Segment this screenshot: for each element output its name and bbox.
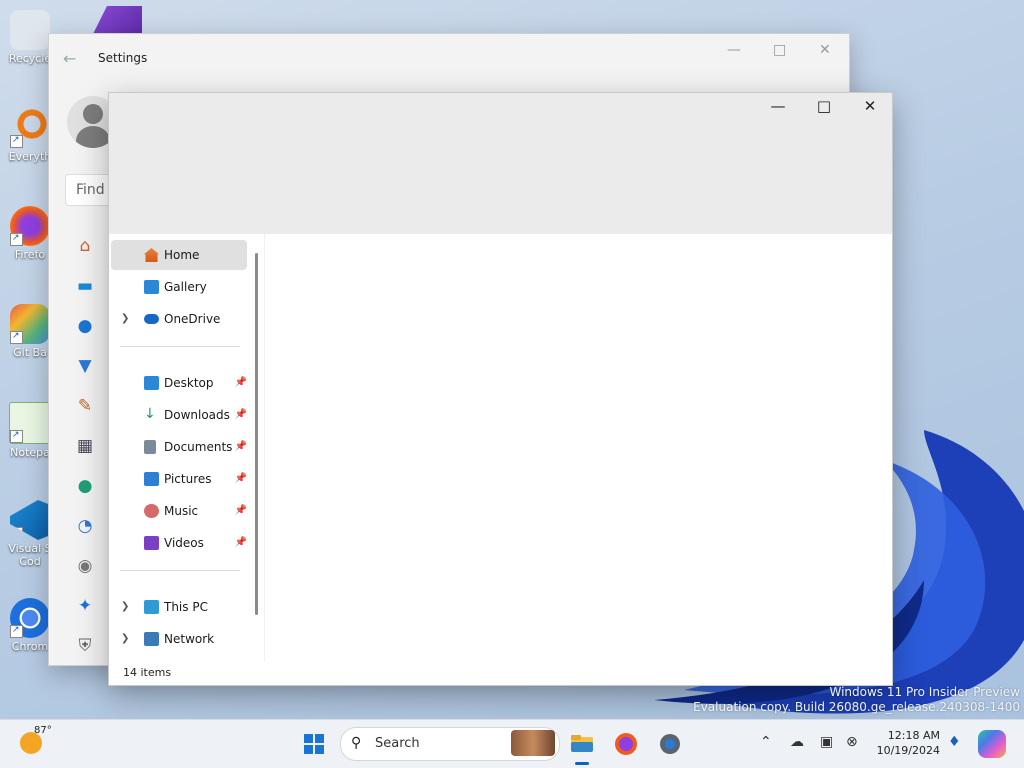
maximize-icon[interactable]: □ bbox=[773, 42, 786, 58]
system-icon[interactable]: ▬ bbox=[71, 272, 99, 312]
pin-icon[interactable]: 📌 bbox=[235, 464, 247, 494]
chevron-right-icon[interactable]: ❯ bbox=[121, 304, 129, 334]
search-icon: ⚲ bbox=[351, 735, 362, 751]
nav-item-gallery[interactable]: Gallery bbox=[111, 272, 247, 302]
accounts-icon[interactable]: ● bbox=[71, 472, 99, 512]
notepad-plus-icon bbox=[9, 402, 51, 444]
nav-item-pictures[interactable]: Pictures 📌 bbox=[111, 464, 247, 494]
personalization-icon[interactable]: ✎ bbox=[71, 392, 99, 432]
time-language-icon[interactable]: ◔ bbox=[71, 512, 99, 552]
start-button[interactable] bbox=[298, 728, 330, 760]
nav-item-this-pc[interactable]: ❯ This PC bbox=[111, 592, 247, 622]
firefox-taskbar-button[interactable] bbox=[610, 728, 642, 760]
firefox-icon bbox=[10, 206, 50, 246]
minimize-icon[interactable]: — bbox=[727, 42, 741, 58]
taskbar: 87° ⚲ Search ⌃ ☁ ▣ ⊗ 12:18 AM 10/19/2024… bbox=[0, 719, 1024, 768]
pin-icon[interactable]: 📌 bbox=[235, 368, 247, 398]
explorer-header-area[interactable]: — □ ✕ bbox=[109, 93, 892, 234]
gaming-icon[interactable]: ◉ bbox=[71, 552, 99, 592]
pin-icon[interactable]: 📌 bbox=[235, 400, 247, 430]
privacy-icon[interactable]: ⛨ bbox=[71, 632, 99, 672]
nav-item-network[interactable]: ❯ Network bbox=[111, 624, 247, 654]
chevron-up-icon[interactable]: ⌃ bbox=[760, 734, 772, 750]
system-clock[interactable]: 12:18 AM 10/19/2024 bbox=[877, 728, 940, 758]
chevron-right-icon[interactable]: ❯ bbox=[121, 592, 129, 622]
settings-taskbar-button[interactable] bbox=[654, 728, 686, 760]
gallery-icon bbox=[144, 280, 159, 294]
network-icon bbox=[144, 632, 159, 646]
windows-watermark: Windows 11 Pro Insider Preview Evaluatio… bbox=[693, 685, 1020, 714]
nav-divider bbox=[120, 570, 240, 571]
accessibility-icon[interactable]: ✦ bbox=[71, 592, 99, 632]
back-arrow-icon[interactable]: ← bbox=[63, 49, 76, 68]
nav-item-videos[interactable]: Videos 📌 bbox=[111, 528, 247, 558]
settings-nav-icons: ⌂ ▬ ● ▼ ✎ ▦ ● ◔ ◉ ✦ ⛨ bbox=[71, 232, 99, 672]
pictures-icon bbox=[144, 472, 159, 486]
copilot-icon[interactable] bbox=[978, 730, 1006, 758]
nav-scrollbar[interactable] bbox=[255, 253, 258, 615]
nav-item-downloads[interactable]: ↓ Downloads 📌 bbox=[111, 400, 247, 430]
download-arrow-icon: ↓ bbox=[144, 406, 156, 422]
home-icon[interactable]: ⌂ bbox=[71, 232, 99, 272]
active-app-indicator bbox=[575, 762, 589, 765]
nav-item-music[interactable]: Music 📌 bbox=[111, 496, 247, 526]
onedrive-offline-icon[interactable]: ☁ bbox=[790, 734, 804, 750]
home-icon bbox=[144, 248, 159, 262]
onedrive-cloud-icon bbox=[144, 314, 159, 324]
network-disconnected-icon[interactable]: ⊗ bbox=[846, 734, 858, 750]
chrome-icon bbox=[10, 598, 50, 638]
everything-search-icon bbox=[10, 108, 50, 148]
nav-item-documents[interactable]: Documents 📌 bbox=[111, 432, 247, 462]
nav-item-onedrive[interactable]: ❯ OneDrive bbox=[111, 304, 247, 334]
search-highlight-image bbox=[511, 730, 555, 756]
settings-title: Settings bbox=[98, 51, 148, 65]
maximize-icon[interactable]: □ bbox=[801, 97, 847, 119]
bluetooth-icon[interactable]: ● bbox=[71, 312, 99, 352]
pin-icon[interactable]: 📌 bbox=[235, 528, 247, 558]
videos-icon bbox=[144, 536, 159, 550]
file-explorer-taskbar-button[interactable] bbox=[566, 728, 598, 760]
chevron-right-icon[interactable]: ❯ bbox=[121, 624, 129, 654]
pin-icon[interactable]: 📌 bbox=[235, 496, 247, 526]
desktop-folder-icon bbox=[144, 376, 159, 390]
vscode-icon bbox=[10, 500, 50, 540]
file-explorer-window[interactable]: — □ ✕ Home Gallery ❯ OneDrive Desktop 📌 … bbox=[108, 92, 893, 686]
computer-icon bbox=[144, 600, 159, 614]
apps-icon[interactable]: ▦ bbox=[71, 432, 99, 472]
network-icon[interactable]: ▼ bbox=[71, 352, 99, 392]
nav-item-desktop[interactable]: Desktop 📌 bbox=[111, 368, 247, 398]
visual-studio-icon[interactable] bbox=[92, 6, 142, 36]
pin-icon[interactable]: 📌 bbox=[235, 432, 247, 462]
nav-divider bbox=[120, 346, 240, 347]
recycle-bin-icon bbox=[10, 10, 50, 50]
nav-item-home[interactable]: Home bbox=[111, 240, 247, 270]
close-icon[interactable]: ✕ bbox=[847, 97, 893, 119]
settings-titlebar[interactable]: ← Settings — □ ✕ bbox=[49, 34, 849, 82]
taskbar-search[interactable]: ⚲ Search bbox=[340, 727, 560, 761]
close-icon[interactable]: ✕ bbox=[819, 42, 831, 58]
documents-icon bbox=[144, 440, 156, 454]
minimize-icon[interactable]: — bbox=[755, 97, 801, 119]
display-icon[interactable]: ▣ bbox=[820, 734, 833, 750]
music-icon bbox=[144, 504, 159, 518]
explorer-content-area[interactable] bbox=[265, 234, 892, 661]
status-bar-item-count: 14 items bbox=[123, 666, 172, 679]
git-bash-icon bbox=[10, 304, 50, 344]
navigation-pane: Home Gallery ❯ OneDrive Desktop 📌 ↓ Down… bbox=[109, 234, 264, 661]
notification-bell-icon[interactable]: ♦ bbox=[948, 734, 961, 750]
